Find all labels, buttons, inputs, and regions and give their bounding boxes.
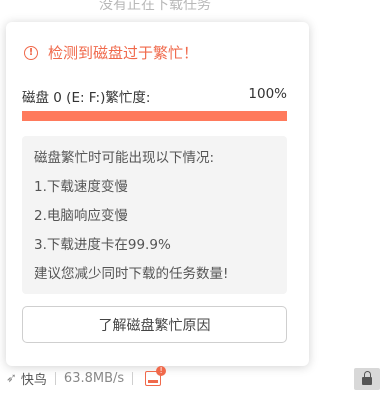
warning-header: ! 检测到磁盘过于繁忙！ bbox=[24, 42, 198, 63]
speed-value: 63.8MB/s bbox=[63, 370, 125, 386]
alert-badge-icon: ! bbox=[156, 365, 167, 376]
status-bar: ➶ 快鸟 63.8MB/s ! bbox=[0, 365, 380, 390]
bird-icon[interactable]: ➶ bbox=[6, 371, 17, 386]
divider bbox=[54, 371, 56, 385]
empty-task-text: 没有正在下载任务 bbox=[99, 0, 211, 13]
disk-busy-row: 磁盘 0 (E: F:)繁忙度: 100% bbox=[22, 86, 287, 106]
info-box: 磁盘繁忙时可能出现以下情况: 1.下载速度变慢 2.电脑响应变慢 3.下载进度卡… bbox=[22, 136, 287, 294]
learn-disk-busy-button[interactable]: 了解磁盘繁忙原因 bbox=[22, 306, 287, 343]
brand-label[interactable]: 快鸟 bbox=[21, 369, 47, 388]
info-line: 磁盘繁忙时可能出现以下情况: bbox=[34, 150, 215, 166]
info-line: 2.电脑响应变慢 bbox=[34, 208, 128, 224]
lock-icon[interactable] bbox=[354, 368, 380, 390]
warning-title: 检测到磁盘过于繁忙！ bbox=[48, 44, 199, 62]
info-line: 1.下载速度变慢 bbox=[34, 179, 128, 195]
info-line: 建议您减少同时下载的任务数量! bbox=[34, 266, 229, 282]
disk-busy-value: 100% bbox=[248, 86, 287, 102]
disk-busy-bar-fill bbox=[22, 111, 287, 121]
disk-label: 磁盘 0 (E: F:)繁忙度: bbox=[22, 90, 151, 106]
divider bbox=[132, 371, 134, 385]
info-line: 3.下载进度卡在99.9% bbox=[34, 237, 171, 253]
disk-warning-icon[interactable]: ! bbox=[145, 365, 167, 386]
disk-busy-bar bbox=[22, 111, 287, 121]
disk-busy-popup: ! 检测到磁盘过于繁忙！ 磁盘 0 (E: F:)繁忙度: 100% 磁盘繁忙时… bbox=[6, 22, 309, 366]
exclamation-circle-icon: ! bbox=[24, 45, 38, 60]
